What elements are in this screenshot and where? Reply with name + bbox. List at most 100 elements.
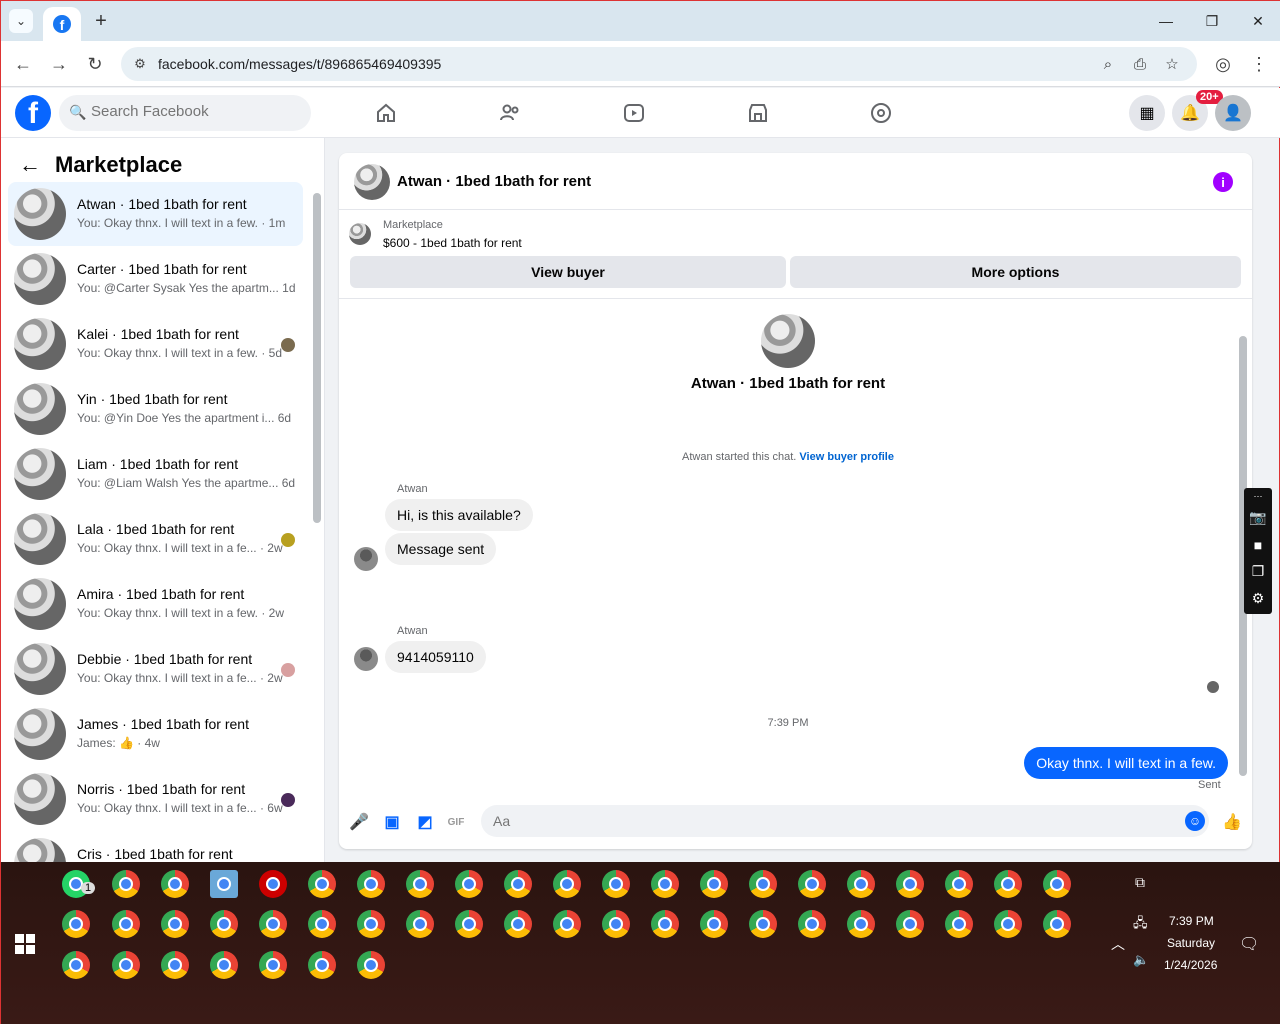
chrome-icon[interactable] bbox=[455, 870, 483, 898]
chrome-icon[interactable] bbox=[602, 910, 630, 938]
volume-icon[interactable]: 🔈 bbox=[1133, 952, 1149, 968]
chrome-icon[interactable] bbox=[749, 910, 777, 938]
facebook-logo-icon[interactable]: f bbox=[15, 95, 51, 131]
chevron-up-icon[interactable]: ︿ bbox=[1111, 934, 1125, 954]
chrome-icon[interactable] bbox=[210, 910, 238, 938]
gaming-nav[interactable] bbox=[866, 98, 896, 128]
friends-nav[interactable] bbox=[495, 98, 525, 128]
app-icon[interactable] bbox=[210, 870, 238, 898]
chrome-icon[interactable] bbox=[749, 870, 777, 898]
camera-icon[interactable]: 📷 bbox=[1244, 504, 1272, 531]
chrome-icon[interactable] bbox=[700, 870, 728, 898]
home-nav[interactable] bbox=[371, 98, 401, 128]
profile-button[interactable]: ◎ bbox=[1209, 50, 1237, 78]
chrome-profile-icon[interactable] bbox=[161, 870, 189, 898]
chrome-icon[interactable] bbox=[847, 870, 875, 898]
emoji-icon[interactable]: ☺ bbox=[1185, 811, 1205, 831]
sender-avatar[interactable] bbox=[354, 547, 378, 571]
install-app-icon[interactable]: ⎙ bbox=[1129, 53, 1151, 75]
video-record-icon[interactable]: ■ bbox=[1244, 531, 1272, 558]
chrome-icon[interactable] bbox=[504, 870, 532, 898]
chrome-icon[interactable] bbox=[896, 870, 924, 898]
chrome-icon[interactable] bbox=[455, 910, 483, 938]
chrome-icon[interactable] bbox=[161, 910, 189, 938]
conversation-item[interactable]: Amira · 1bed 1bath for rent You: Okay th… bbox=[8, 572, 303, 636]
more-icon[interactable]: ⋯ bbox=[1244, 488, 1272, 504]
conversation-item[interactable]: Lala · 1bed 1bath for rent You: Okay thn… bbox=[8, 507, 303, 571]
windows-start-icon[interactable] bbox=[15, 934, 35, 954]
clock-day[interactable]: Saturday bbox=[1167, 936, 1215, 950]
tab-search-button[interactable]: ⌄ bbox=[9, 9, 33, 33]
message-bubble[interactable]: Hi, is this available? bbox=[385, 499, 533, 531]
clock-date[interactable]: 1/24/2026 bbox=[1164, 958, 1217, 972]
search-input[interactable] bbox=[91, 103, 291, 120]
chrome-icon[interactable] bbox=[945, 870, 973, 898]
site-info-icon[interactable]: ⚙ bbox=[131, 55, 149, 73]
my-message-bubble[interactable]: Okay thnx. I will text in a few. bbox=[1024, 747, 1228, 779]
forward-button[interactable]: → bbox=[45, 50, 73, 78]
conversation-item[interactable]: Liam · 1bed 1bath for rent You: @Liam Wa… bbox=[8, 442, 303, 506]
microphone-icon[interactable]: 🎤 bbox=[348, 811, 370, 833]
chrome-icon[interactable] bbox=[308, 870, 336, 898]
chat-avatar[interactable] bbox=[354, 164, 390, 200]
chrome-icon[interactable] bbox=[651, 910, 679, 938]
account-avatar[interactable]: 👤 bbox=[1215, 95, 1251, 131]
restore-button[interactable]: ❐ bbox=[1189, 7, 1235, 35]
chrome-icon[interactable] bbox=[62, 951, 90, 979]
chrome-icon[interactable] bbox=[700, 910, 728, 938]
chrome-icon[interactable] bbox=[308, 910, 336, 938]
conversation-item[interactable]: Carter · 1bed 1bath for rent You: @Carte… bbox=[8, 247, 303, 311]
chrome-icon[interactable] bbox=[553, 870, 581, 898]
chrome-icon[interactable] bbox=[259, 910, 287, 938]
sticker-icon[interactable]: ◩ bbox=[414, 811, 436, 833]
chrome-icon[interactable] bbox=[406, 870, 434, 898]
chrome-icon[interactable] bbox=[62, 910, 90, 938]
search-box[interactable]: 🔍 bbox=[59, 95, 311, 131]
back-button[interactable]: ← bbox=[9, 50, 37, 78]
conversation-item[interactable]: Norris · 1bed 1bath for rent You: Okay t… bbox=[8, 767, 303, 831]
snipping-tool-icon[interactable] bbox=[112, 870, 140, 898]
conversation-item[interactable]: Cris · 1bed 1bath for rent bbox=[8, 832, 303, 862]
view-buyer-profile-link[interactable]: View buyer profile bbox=[799, 451, 894, 463]
zoom-icon[interactable]: ⌕ bbox=[1097, 53, 1119, 75]
back-arrow-icon[interactable]: ← bbox=[19, 152, 41, 178]
bookmark-star-icon[interactable]: ☆ bbox=[1161, 53, 1183, 75]
message-bubble[interactable]: 9414059110 bbox=[385, 641, 486, 673]
chrome-icon[interactable] bbox=[651, 870, 679, 898]
url-text[interactable]: facebook.com/messages/t/896865469409395 bbox=[158, 56, 441, 72]
new-tab-button[interactable]: + bbox=[89, 9, 113, 33]
view-buyer-button[interactable]: View buyer bbox=[350, 256, 786, 288]
minimize-button[interactable]: — bbox=[1143, 7, 1189, 35]
sender-avatar[interactable] bbox=[354, 647, 378, 671]
conversation-item[interactable]: Kalei · 1bed 1bath for rent You: Okay th… bbox=[8, 312, 303, 376]
chrome-icon[interactable] bbox=[994, 910, 1022, 938]
clock-time[interactable]: 7:39 PM bbox=[1169, 914, 1214, 928]
info-icon[interactable]: i bbox=[1213, 172, 1233, 192]
photo-icon[interactable]: ▣ bbox=[381, 811, 403, 833]
more-options-button[interactable]: More options bbox=[790, 256, 1241, 288]
reload-button[interactable]: ↻ bbox=[81, 50, 109, 78]
chrome-icon[interactable] bbox=[896, 910, 924, 938]
address-bar[interactable]: ⚙ facebook.com/messages/t/89686546940939… bbox=[121, 47, 1197, 81]
menu-button[interactable]: ▦ bbox=[1129, 95, 1165, 131]
settings-gear-icon[interactable]: ⚙ bbox=[1244, 585, 1272, 612]
chrome-icon[interactable] bbox=[1043, 870, 1071, 898]
task-view-icon[interactable]: ⧉ bbox=[1135, 874, 1145, 891]
conversation-item[interactable]: Yin · 1bed 1bath for rent You: @Yin Doe … bbox=[8, 377, 303, 441]
message-input[interactable] bbox=[481, 805, 1209, 837]
window-icon[interactable]: ❐ bbox=[1244, 558, 1272, 585]
conversation-item[interactable]: James · 1bed 1bath for rent James: 👍 · 4… bbox=[8, 702, 303, 766]
close-window-button[interactable]: ✕ bbox=[1235, 7, 1280, 35]
chrome-icon[interactable] bbox=[357, 870, 385, 898]
chrome-icon[interactable] bbox=[602, 870, 630, 898]
message-bubble[interactable]: Message sent bbox=[385, 533, 497, 565]
chrome-icon[interactable] bbox=[504, 910, 532, 938]
chrome-icon[interactable] bbox=[357, 951, 385, 979]
record-icon[interactable] bbox=[259, 870, 287, 898]
chrome-icon[interactable] bbox=[994, 870, 1022, 898]
chrome-icon[interactable] bbox=[112, 910, 140, 938]
video-nav[interactable] bbox=[619, 98, 649, 128]
chrome-icon[interactable] bbox=[553, 910, 581, 938]
notification-center-icon[interactable]: 🗨 bbox=[1239, 934, 1259, 954]
chrome-icon[interactable] bbox=[945, 910, 973, 938]
